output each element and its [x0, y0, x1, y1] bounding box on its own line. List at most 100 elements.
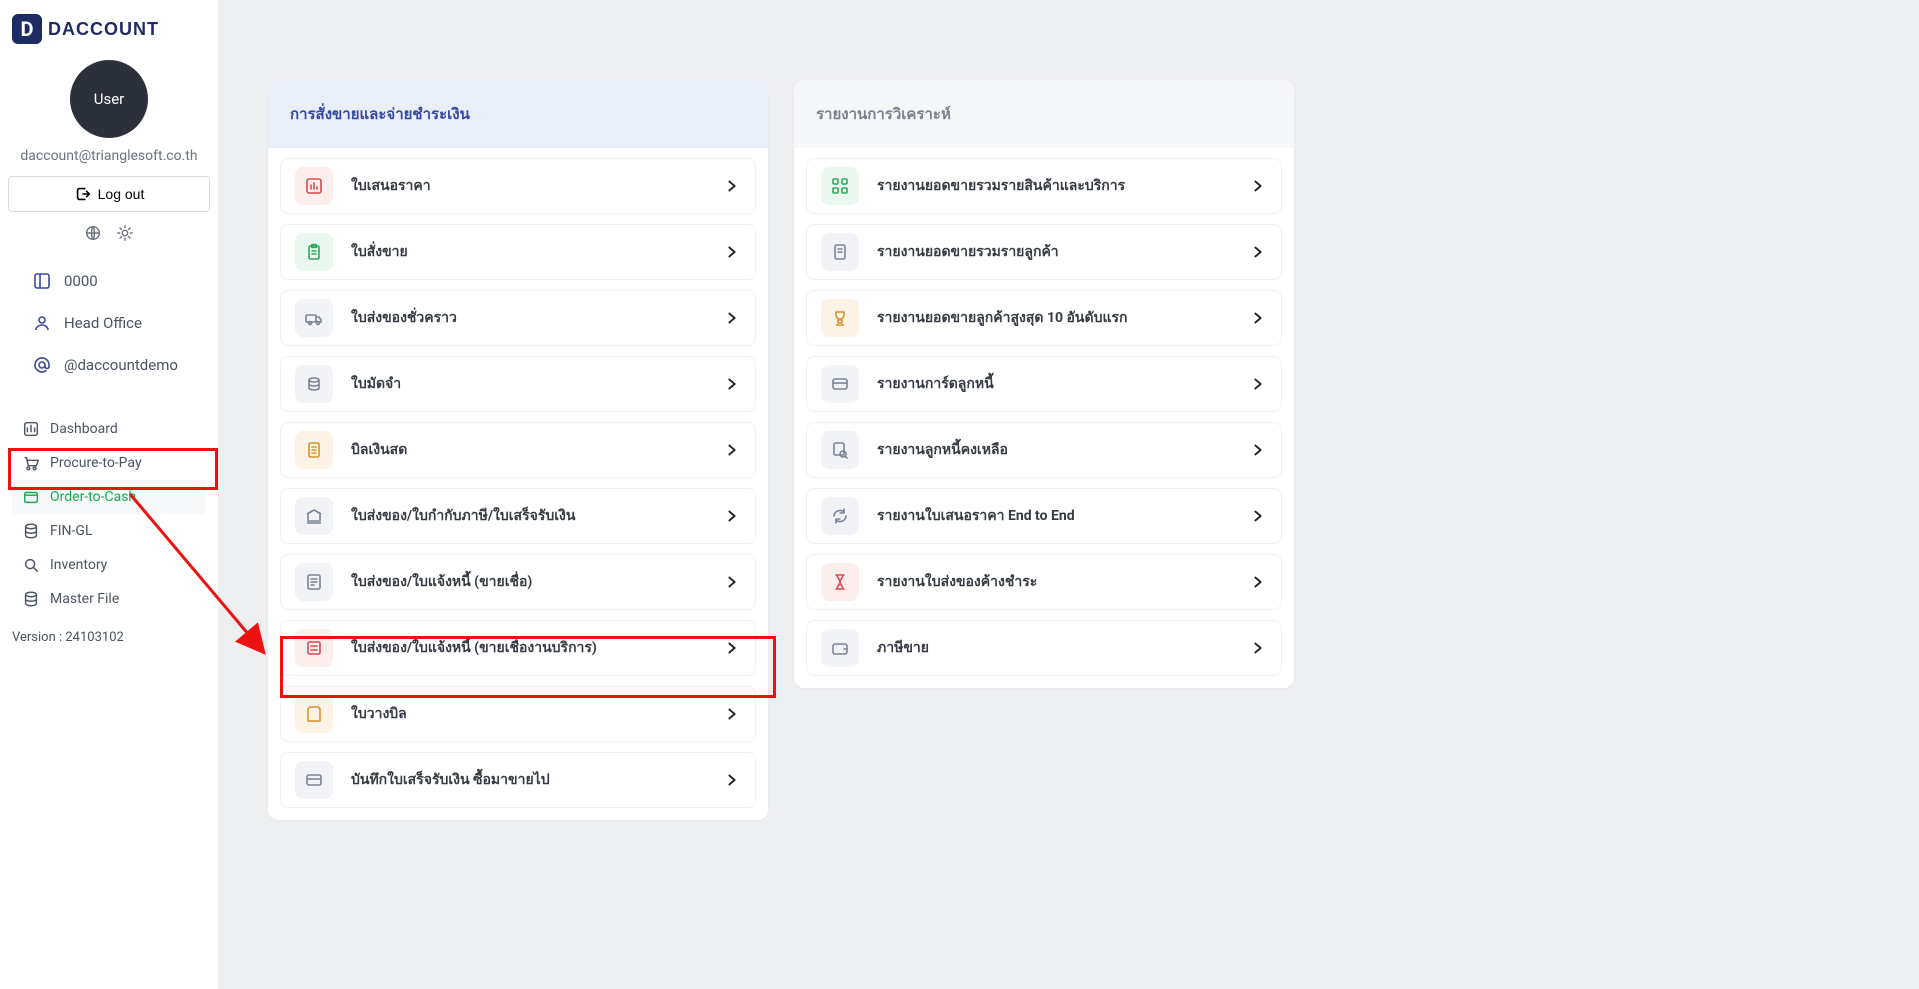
chevron-right-icon	[1249, 507, 1267, 525]
analysis-panel-title: รายงานการวิเคราะห์	[794, 80, 1294, 148]
nav-item-order-to-cash[interactable]: Order-to-Cash	[12, 480, 206, 514]
menu-row[interactable]: รายงานลูกหนี้คงเหลือ	[806, 422, 1282, 478]
chevron-right-icon	[1249, 639, 1267, 657]
language-button[interactable]	[84, 224, 102, 242]
menu-row[interactable]: ใบส่งของ/ใบแจ้งหนี้ (ขายเชื่อ)	[280, 554, 756, 610]
avatar-label: User	[94, 90, 125, 108]
chevron-right-icon	[1249, 177, 1267, 195]
chevron-right-icon	[723, 771, 741, 789]
nav-icon	[22, 488, 40, 506]
card-icon	[295, 761, 333, 799]
company-branch: Head Office	[64, 314, 142, 332]
company-code-row: 0000	[32, 260, 202, 302]
chevron-right-icon	[1249, 375, 1267, 393]
coins-icon	[295, 365, 333, 403]
nav-icon	[22, 556, 40, 574]
nav-item-procure-to-pay[interactable]: Procure-to-Pay	[12, 446, 206, 480]
chevron-right-icon	[723, 309, 741, 327]
brand-logo: D DACCOUNT	[8, 10, 210, 52]
version-label: Version : 24103102	[8, 622, 210, 653]
menu-row-label: รายงานลูกหนี้คงเหลือ	[877, 439, 1231, 461]
menu-row-label: บันทึกใบเสร็จรับเงิน ซื้อมาขายไป	[351, 769, 705, 791]
search-doc-icon	[821, 431, 859, 469]
menu-row[interactable]: บันทึกใบเสร็จรับเงิน ซื้อมาขายไป	[280, 752, 756, 808]
hourglass-icon	[821, 563, 859, 601]
sidebar: D DACCOUNT User daccount@trianglesoft.co…	[0, 0, 218, 989]
company-info: 0000 Head Office @daccountdemo	[8, 260, 210, 386]
invoice-icon	[295, 563, 333, 601]
nav-icon	[22, 454, 40, 472]
analysis-panel-body: รายงานยอดขายรวมรายสินค้าและบริการรายงานย…	[794, 158, 1294, 688]
nav-item-master-file[interactable]: Master File	[12, 582, 206, 616]
menu-row[interactable]: รายงานยอดขายลูกค้าสูงสุด 10 อันดับแรก	[806, 290, 1282, 346]
chevron-right-icon	[723, 375, 741, 393]
menu-row[interactable]: รายงานใบส่งของค้างชำระ	[806, 554, 1282, 610]
globe-icon	[84, 224, 102, 242]
settings-button[interactable]	[116, 224, 134, 242]
gear-icon	[116, 224, 134, 242]
nav-item-dashboard[interactable]: Dashboard	[12, 412, 206, 446]
user-email: daccount@trianglesoft.co.th	[8, 148, 210, 164]
menu-row[interactable]: ใบส่งของชั่วคราว	[280, 290, 756, 346]
sales-panel: การสั่งขายและจ่ายชำระเงิน ใบเสนอราคาใบสั…	[268, 80, 768, 820]
nav-item-label: Inventory	[50, 557, 107, 573]
menu-row[interactable]: ใบส่งของ/ใบแจ้งหนี้ (ขายเชื่องานบริการ)	[280, 620, 756, 676]
nav-item-label: Master File	[50, 591, 119, 607]
brand-mark-icon: D	[12, 14, 42, 44]
menu-row[interactable]: รายงานยอดขายรวมรายลูกค้า	[806, 224, 1282, 280]
user-icon	[32, 313, 52, 333]
menu-row[interactable]: รายงานใบเสนอราคา End to End	[806, 488, 1282, 544]
menu-row-label: รายงานยอดขายรวมรายสินค้าและบริการ	[877, 175, 1231, 197]
menu-row-label: รายงานยอดขายลูกค้าสูงสุด 10 อันดับแรก	[877, 307, 1231, 329]
main-nav: Dashboard Procure-to-Pay Order-to-Cash FIN-…	[8, 412, 210, 616]
nav-item-fin-gl[interactable]: FIN-GL	[12, 514, 206, 548]
nav-item-label: FIN-GL	[50, 523, 92, 539]
bank-icon	[295, 497, 333, 535]
company-handle-row: @daccountdemo	[32, 344, 202, 386]
chevron-right-icon	[1249, 573, 1267, 591]
menu-row[interactable]: รายงานการ์ดลูกหนี้	[806, 356, 1282, 412]
company-code: 0000	[64, 272, 98, 290]
truck-icon	[295, 299, 333, 337]
menu-row[interactable]: ใบมัดจำ	[280, 356, 756, 412]
menu-row-label: ใบเสนอราคา	[351, 175, 705, 197]
doc-icon	[821, 233, 859, 271]
analysis-panel: รายงานการวิเคราะห์ รายงานยอดขายรวมรายสิน…	[794, 80, 1294, 688]
nav-item-inventory[interactable]: Inventory	[12, 548, 206, 582]
bill-icon	[295, 695, 333, 733]
menu-row-label: ใบสั่งขาย	[351, 241, 705, 263]
grid-icon	[821, 167, 859, 205]
layout-icon	[32, 271, 52, 291]
brand-name: DACCOUNT	[48, 19, 159, 40]
menu-row[interactable]: บิลเงินสด	[280, 422, 756, 478]
logout-icon	[74, 185, 92, 203]
at-icon	[32, 355, 52, 375]
sales-panel-body: ใบเสนอราคาใบสั่งขายใบส่งของชั่วคราวใบมัด…	[268, 158, 768, 820]
menu-row-label: ใบส่งของ/ใบกำกับภาษี/ใบเสร็จรับเงิน	[351, 505, 705, 527]
wallet-icon	[821, 629, 859, 667]
main-content: การสั่งขายและจ่ายชำระเงิน ใบเสนอราคาใบสั…	[218, 0, 1919, 989]
menu-row[interactable]: ใบส่งของ/ใบกำกับภาษี/ใบเสร็จรับเงิน	[280, 488, 756, 544]
refresh-icon	[821, 497, 859, 535]
chevron-right-icon	[723, 507, 741, 525]
trophy-icon	[821, 299, 859, 337]
menu-row[interactable]: ใบสั่งขาย	[280, 224, 756, 280]
nav-icon	[22, 590, 40, 608]
logout-button[interactable]: Log out	[8, 176, 210, 212]
nav-icon	[22, 420, 40, 438]
menu-row-label: รายงานการ์ดลูกหนี้	[877, 373, 1231, 395]
clipboard-icon	[295, 233, 333, 271]
chevron-right-icon	[723, 705, 741, 723]
menu-row[interactable]: ใบเสนอราคา	[280, 158, 756, 214]
nav-item-label: Dashboard	[50, 421, 118, 437]
menu-row[interactable]: ใบวางบิล	[280, 686, 756, 742]
menu-row-label: ใบส่งของ/ใบแจ้งหนี้ (ขายเชื่อ)	[351, 571, 705, 593]
chevron-right-icon	[1249, 441, 1267, 459]
nav-item-label: Order-to-Cash	[50, 489, 136, 505]
company-branch-row: Head Office	[32, 302, 202, 344]
receipt-icon	[295, 431, 333, 469]
menu-row-label: รายงานใบส่งของค้างชำระ	[877, 571, 1231, 593]
menu-row-label: ใบส่งของชั่วคราว	[351, 307, 705, 329]
menu-row[interactable]: ภาษีขาย	[806, 620, 1282, 676]
menu-row[interactable]: รายงานยอดขายรวมรายสินค้าและบริการ	[806, 158, 1282, 214]
